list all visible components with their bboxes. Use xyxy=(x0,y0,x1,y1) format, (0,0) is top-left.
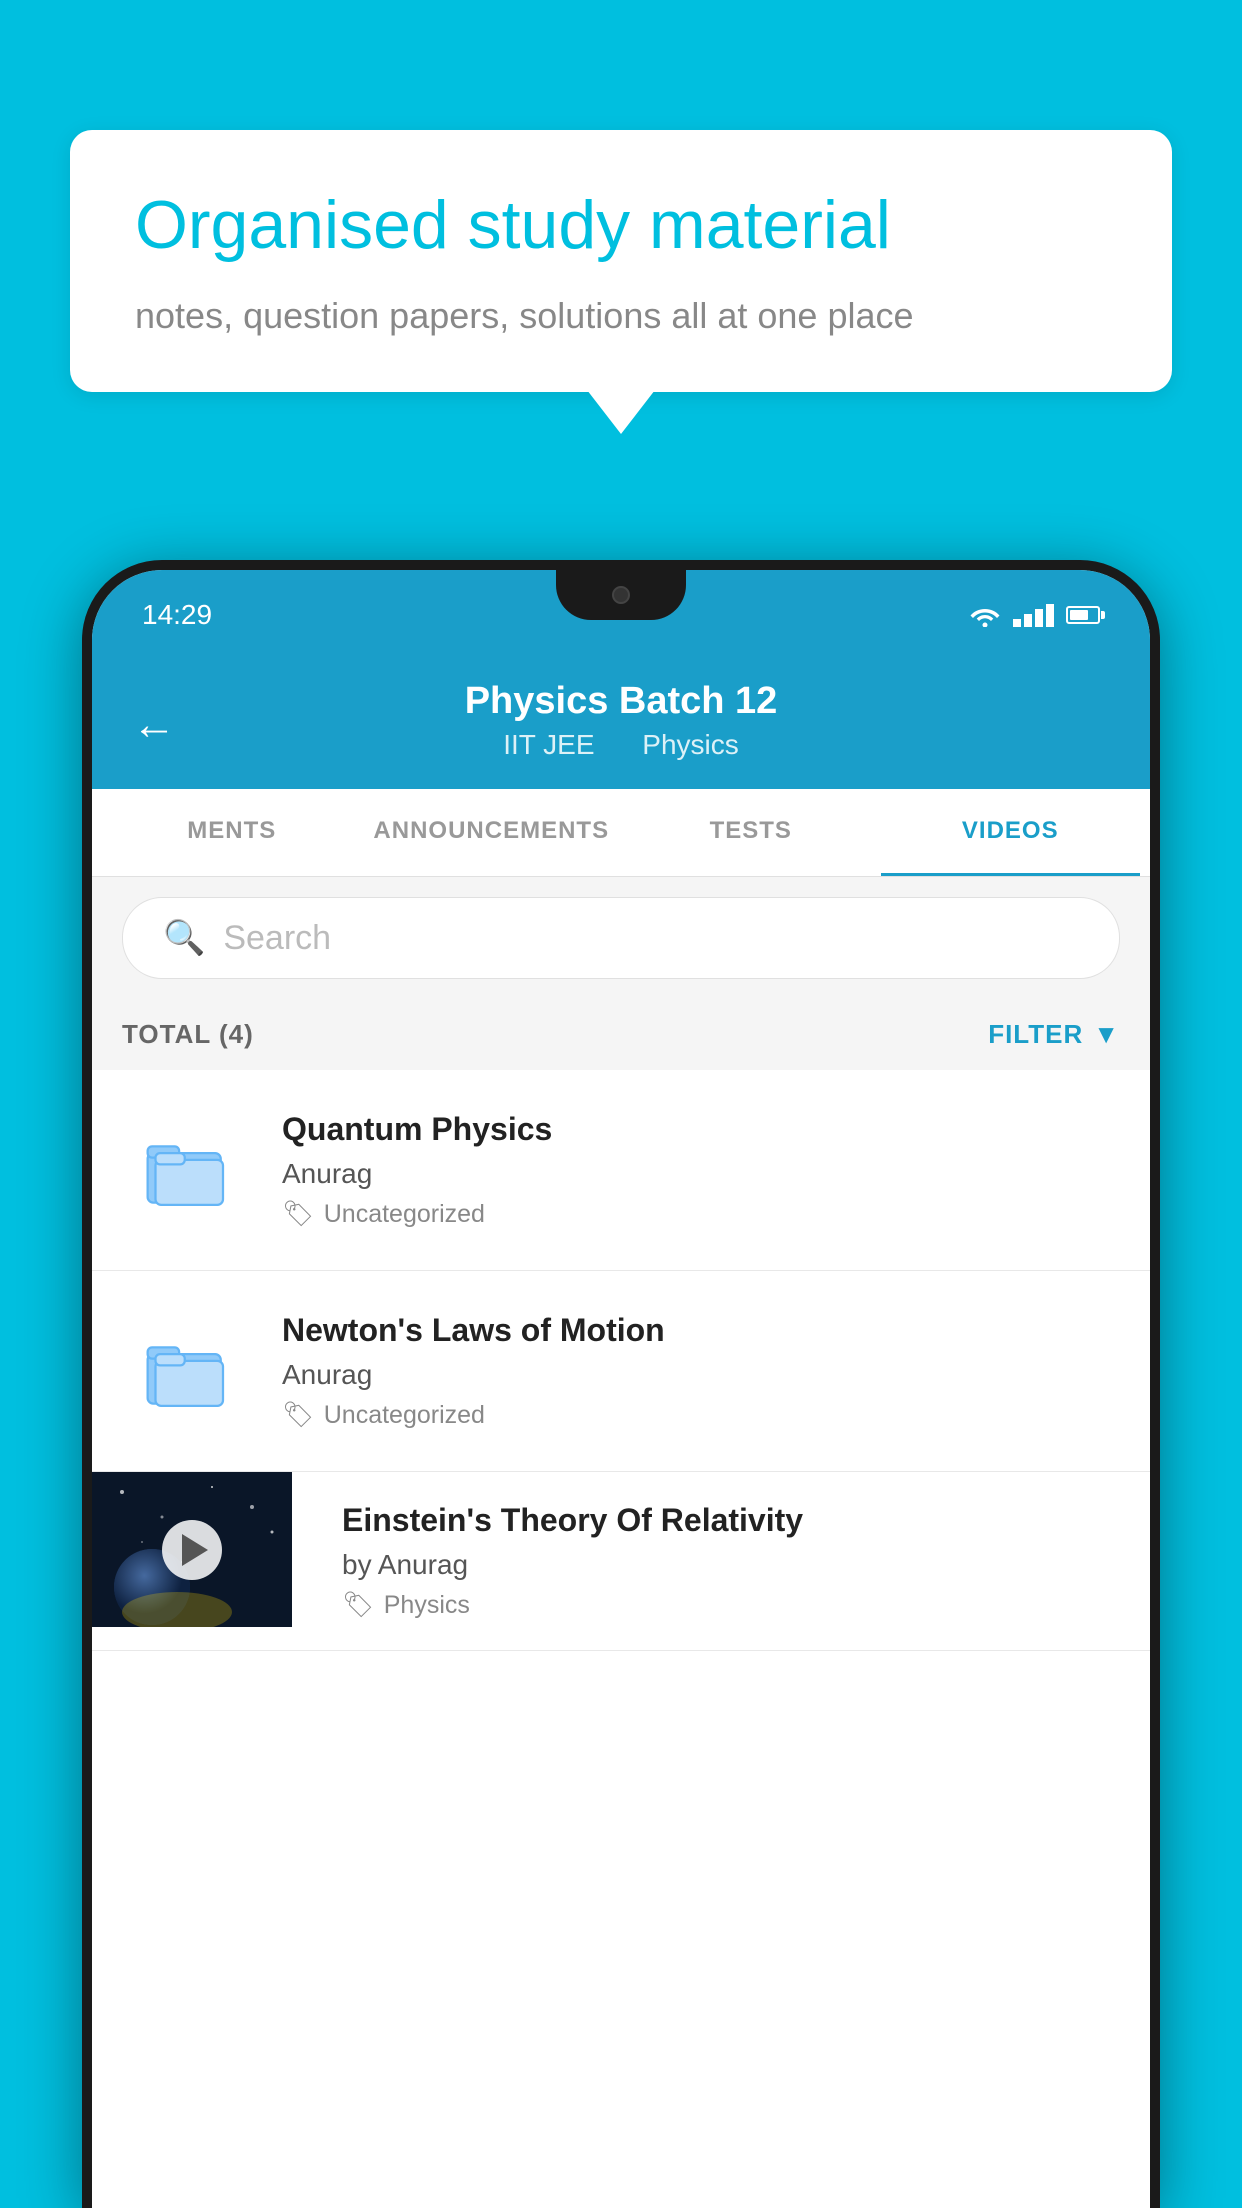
video-author: Anurag xyxy=(282,1158,1120,1190)
speech-bubble: Organised study material notes, question… xyxy=(70,130,1172,392)
video-info: Newton's Laws of Motion Anurag 🏷 Uncateg… xyxy=(282,1312,1120,1430)
app-header: ← Physics Batch 12 IIT JEE Physics xyxy=(92,660,1150,789)
status-bar: 14:29 xyxy=(92,570,1150,660)
speech-bubble-container: Organised study material notes, question… xyxy=(70,130,1172,392)
header-subtitle-part1: IIT JEE xyxy=(503,729,594,760)
video-tag: 🏷 Physics xyxy=(342,1591,1100,1620)
filter-button[interactable]: FILTER ▼ xyxy=(988,1019,1120,1050)
tab-bar: MENTS ANNOUNCEMENTS TESTS VIDEOS xyxy=(92,789,1150,877)
search-container: 🔍 Search xyxy=(92,877,1150,999)
camera xyxy=(612,586,630,604)
filter-bar: TOTAL (4) FILTER ▼ xyxy=(92,999,1150,1070)
header-subtitle-part2: Physics xyxy=(642,729,738,760)
video-title: Newton's Laws of Motion xyxy=(282,1312,1120,1349)
tag-label: Physics xyxy=(384,1591,470,1620)
folder-icon xyxy=(142,1125,232,1215)
tag-label: Uncategorized xyxy=(324,1200,485,1229)
total-count: TOTAL (4) xyxy=(122,1019,254,1050)
video-info: Einstein's Theory Of Relativity by Anura… xyxy=(322,1472,1120,1650)
video-author: Anurag xyxy=(282,1359,1120,1391)
tab-tests[interactable]: TESTS xyxy=(621,789,881,876)
battery-icon xyxy=(1066,606,1100,624)
tag-icon: 🏷 xyxy=(342,1591,374,1620)
filter-label: FILTER xyxy=(988,1019,1083,1050)
notch xyxy=(556,570,686,620)
status-time: 14:29 xyxy=(142,599,212,631)
tab-ments[interactable]: MENTS xyxy=(102,789,362,876)
video-tag: 🏷 Uncategorized xyxy=(282,1401,1120,1430)
wifi-icon xyxy=(969,603,1001,627)
filter-icon: ▼ xyxy=(1093,1019,1120,1050)
video-list: Quantum Physics Anurag 🏷 Uncategorized xyxy=(92,1070,1150,1651)
bubble-title: Organised study material xyxy=(135,185,1107,267)
back-button[interactable]: ← xyxy=(132,700,176,750)
search-placeholder: Search xyxy=(223,919,331,958)
play-icon xyxy=(182,1534,208,1566)
tag-icon: 🏷 xyxy=(282,1200,314,1229)
bubble-subtitle: notes, question papers, solutions all at… xyxy=(135,295,1107,337)
video-info: Quantum Physics Anurag 🏷 Uncategorized xyxy=(282,1111,1120,1229)
folder-icon-container xyxy=(122,1306,252,1436)
list-item[interactable]: Quantum Physics Anurag 🏷 Uncategorized xyxy=(92,1070,1150,1271)
tag-icon: 🏷 xyxy=(282,1401,314,1430)
list-item[interactable]: Newton's Laws of Motion Anurag 🏷 Uncateg… xyxy=(92,1271,1150,1472)
video-title: Quantum Physics xyxy=(282,1111,1120,1148)
phone-inner: 14:29 xyxy=(92,570,1150,2208)
play-button[interactable] xyxy=(162,1520,222,1580)
tab-announcements[interactable]: ANNOUNCEMENTS xyxy=(362,789,622,876)
search-icon: 🔍 xyxy=(163,918,205,958)
tab-videos[interactable]: VIDEOS xyxy=(881,789,1141,876)
video-thumbnail xyxy=(92,1472,292,1627)
header-subtitle: IIT JEE Physics xyxy=(132,729,1110,761)
signal-icon xyxy=(1013,604,1054,627)
status-icons xyxy=(969,603,1100,627)
video-title: Einstein's Theory Of Relativity xyxy=(342,1502,1100,1539)
tag-label: Uncategorized xyxy=(324,1401,485,1430)
video-tag: 🏷 Uncategorized xyxy=(282,1200,1120,1229)
header-title: Physics Batch 12 xyxy=(132,680,1110,723)
video-author: by Anurag xyxy=(342,1549,1100,1581)
phone-frame: 14:29 xyxy=(82,560,1160,2208)
folder-icon-container xyxy=(122,1105,252,1235)
search-bar[interactable]: 🔍 Search xyxy=(122,897,1120,979)
folder-icon xyxy=(142,1326,232,1416)
list-item[interactable]: Einstein's Theory Of Relativity by Anura… xyxy=(92,1472,1150,1651)
